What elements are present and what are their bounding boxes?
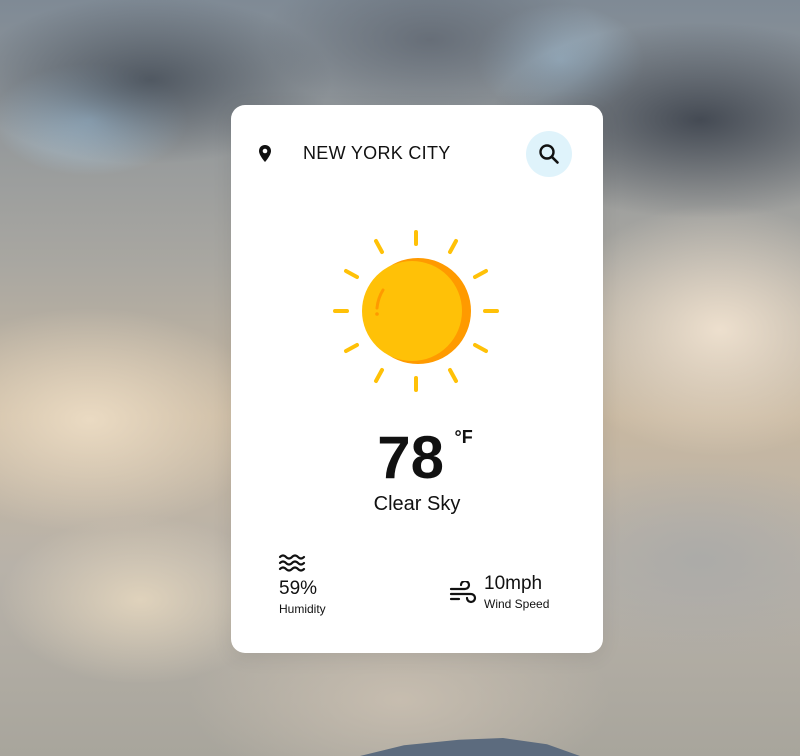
mountain-silhouette <box>360 738 580 756</box>
sun-icon <box>333 228 499 394</box>
temperature-value: 78 <box>377 424 445 491</box>
humidity-label: Humidity <box>279 602 326 616</box>
weather-card: NEW YORK CITY 78 °F Clear Sky 59% Humidi… <box>231 105 603 653</box>
temperature-unit: °F <box>454 427 473 447</box>
wind-label: Wind Speed <box>484 597 550 611</box>
wind-icon <box>449 579 477 610</box>
city-name: NEW YORK CITY <box>303 143 451 163</box>
location-pin-icon <box>257 145 273 163</box>
temperature-display: 78 °F <box>231 425 603 495</box>
humidity-stat: 59% Humidity <box>278 551 398 621</box>
waves-icon <box>278 553 306 578</box>
wind-value: 10mph <box>484 573 543 594</box>
weather-condition: Clear Sky <box>373 493 461 515</box>
wind-stat: 10mph Wind Speed <box>449 571 589 621</box>
card-header: NEW YORK CITY <box>231 105 603 201</box>
search-button[interactable] <box>526 131 572 177</box>
humidity-value: 59% <box>279 578 318 599</box>
